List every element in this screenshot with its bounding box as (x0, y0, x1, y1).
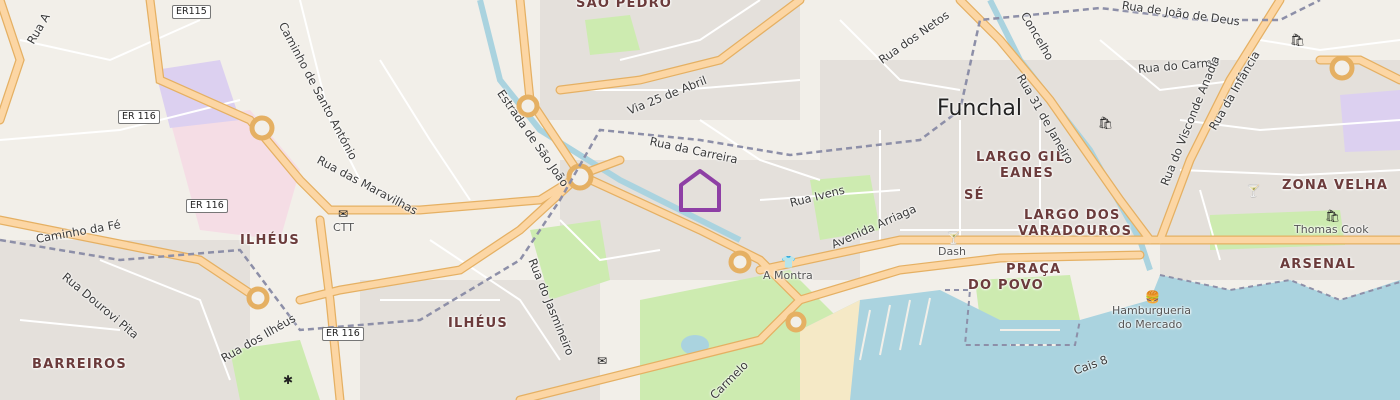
district-label-largo-varadouros: LARGO DOS (1024, 208, 1121, 223)
envelope-icon[interactable]: ✉ (597, 355, 607, 367)
road-ref-badge: ER 116 (186, 199, 228, 213)
fast-food-icon[interactable]: 🍔 (1145, 291, 1160, 303)
district-label-zona-velha: ZONA VELHA (1282, 178, 1389, 193)
road-ref-badge: ER 116 (322, 327, 364, 341)
clothing-icon[interactable]: 👕 (781, 256, 796, 268)
district-label-largo-gil-eanes: LARGO GIL (976, 150, 1066, 165)
district-label-praca-do-povo: PRAÇA (1006, 262, 1062, 277)
playground-icon[interactable]: ✱ (283, 374, 293, 386)
road-ref-badge: ER 116 (118, 110, 160, 124)
district-label-sao-pedro: SÃO PEDRO (576, 0, 673, 11)
shop-icon[interactable]: 🛍 (1290, 34, 1305, 46)
road-ref-badge: ER115 (172, 5, 211, 19)
district-label-ilheus: ILHÉUS (240, 233, 300, 248)
bar-icon[interactable]: 🍸 (1246, 185, 1261, 197)
poi-label-a-montra[interactable]: A Montra (763, 269, 813, 282)
shop-icon[interactable]: 🛍 (1098, 117, 1113, 129)
district-label-largo-varadouros: VARADOUROS (1018, 224, 1133, 239)
map-view[interactable]: Funchal SÃO PEDRO ILHÉUS ILHÉUS BARREIRO… (0, 0, 1400, 400)
poi-label-hamburgueria[interactable]: do Mercado (1118, 318, 1182, 331)
shop-icon[interactable]: 🛍 (1325, 210, 1340, 222)
poi-label-hamburgueria[interactable]: Hamburgueria (1112, 304, 1191, 317)
city-label: Funchal (937, 96, 1022, 121)
envelope-icon[interactable]: ✉ (338, 208, 348, 220)
district-label-arsenal: ARSENAL (1280, 257, 1356, 272)
district-label-praca-do-povo: DO POVO (968, 278, 1044, 293)
bar-icon[interactable]: 🍸 (946, 232, 961, 244)
poi-label-dash[interactable]: Dash (938, 245, 966, 258)
district-label-ilheus: ILHÉUS (448, 316, 508, 331)
poi-label-thomas-cook[interactable]: Thomas Cook (1294, 223, 1369, 236)
district-label-se: SÉ (964, 188, 985, 203)
poi-label-ctt[interactable]: CTT (333, 221, 354, 234)
district-label-largo-gil-eanes: EANES (1000, 166, 1055, 181)
district-label-barreiros: BARREIROS (32, 357, 127, 372)
